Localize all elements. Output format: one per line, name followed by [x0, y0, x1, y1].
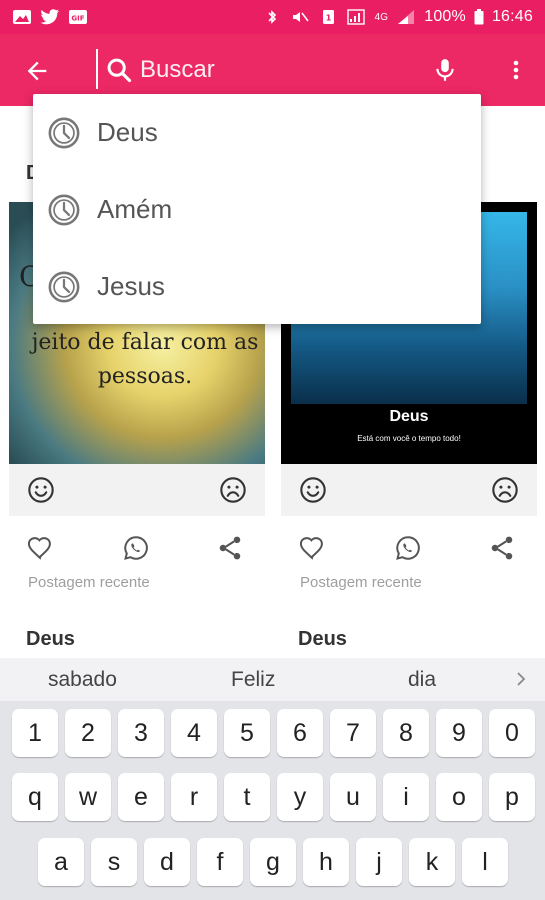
text-cursor: [96, 49, 98, 89]
key[interactable]: d: [144, 838, 190, 886]
key[interactable]: 6: [277, 709, 323, 757]
search-input[interactable]: [140, 50, 410, 90]
suggestion-item[interactable]: Deus: [33, 94, 481, 171]
sim-icon: 1: [318, 9, 338, 25]
signal-icon: [396, 9, 416, 25]
suggestion-label: Amém: [97, 194, 173, 224]
status-bar: GIF 1 4G 100% 16:46: [0, 0, 545, 34]
status-left: GIF: [12, 9, 88, 25]
recent-post-label: Postagem recente: [300, 574, 422, 591]
microphone-icon: [436, 59, 454, 81]
prediction-word[interactable]: sabado: [48, 668, 117, 692]
key[interactable]: q: [12, 773, 58, 821]
key[interactable]: l: [462, 838, 508, 886]
status-right: 1 4G 100% 16:46: [262, 8, 533, 26]
key[interactable]: a: [38, 838, 84, 886]
key[interactable]: f: [197, 838, 243, 886]
reaction-bar: [281, 464, 537, 516]
share-icon[interactable]: [216, 534, 244, 562]
voice-search-button[interactable]: [430, 52, 460, 88]
suggestion-label: Jesus: [97, 271, 165, 301]
battery-percent: 100%: [424, 8, 466, 25]
suggestion-label: Deus: [97, 117, 158, 147]
key[interactable]: u: [330, 773, 376, 821]
post-title: Deus: [26, 628, 75, 650]
history-icon: [48, 117, 80, 148]
recent-post-label: Postagem recente: [28, 574, 150, 591]
post-actions: Postagem recente: [9, 516, 265, 591]
image-overlay-text: jeito de falar com as pessoas.: [31, 330, 259, 389]
network-label: 4G: [374, 11, 389, 23]
svg-text:1: 1: [326, 14, 332, 23]
key[interactable]: o: [436, 773, 482, 821]
mute-icon: [290, 9, 310, 25]
key[interactable]: h: [303, 838, 349, 886]
suggestion-item[interactable]: Jesus: [33, 248, 481, 325]
prediction-word[interactable]: Feliz: [231, 668, 275, 692]
on-screen-keyboard: sabado Feliz dia 1 2 3 4 5 6 7 8 9 0 q w…: [0, 658, 545, 900]
key[interactable]: 5: [224, 709, 270, 757]
key[interactable]: r: [171, 773, 217, 821]
battery-icon: [474, 9, 484, 25]
arrow-back-icon: [27, 61, 47, 81]
post-actions: Postagem recente: [281, 516, 537, 591]
image-icon: [12, 9, 32, 25]
key[interactable]: g: [250, 838, 296, 886]
key[interactable]: e: [118, 773, 164, 821]
gif-icon: GIF: [68, 9, 88, 25]
search-suggestions: Deus Amém Jesus: [33, 94, 481, 324]
data-icon: [346, 9, 366, 25]
key[interactable]: 4: [171, 709, 217, 757]
share-icon[interactable]: [488, 534, 516, 562]
prediction-word[interactable]: dia: [408, 668, 436, 692]
history-icon: [48, 194, 80, 225]
key[interactable]: 1: [12, 709, 58, 757]
back-button[interactable]: [22, 56, 52, 86]
whatsapp-icon[interactable]: [394, 534, 422, 562]
key[interactable]: 2: [65, 709, 111, 757]
sad-face-icon[interactable]: [491, 476, 519, 504]
key[interactable]: 0: [489, 709, 535, 757]
clock: 16:46: [491, 8, 533, 25]
key[interactable]: 8: [383, 709, 429, 757]
key[interactable]: s: [91, 838, 137, 886]
post-title: Deus: [298, 628, 347, 650]
key[interactable]: j: [356, 838, 402, 886]
key[interactable]: 7: [330, 709, 376, 757]
history-icon: [48, 271, 80, 302]
search-icon: [105, 56, 133, 84]
overflow-menu-button[interactable]: [502, 54, 530, 86]
chevron-right-icon[interactable]: [512, 669, 530, 689]
prediction-bar: sabado Feliz dia: [0, 658, 545, 701]
key[interactable]: i: [383, 773, 429, 821]
key[interactable]: p: [489, 773, 535, 821]
svg-text:GIF: GIF: [71, 15, 84, 23]
happy-face-icon[interactable]: [27, 476, 55, 504]
key[interactable]: k: [409, 838, 455, 886]
happy-face-icon[interactable]: [299, 476, 327, 504]
key[interactable]: t: [224, 773, 270, 821]
reaction-bar: [9, 464, 265, 516]
sad-face-icon[interactable]: [219, 476, 247, 504]
key[interactable]: y: [277, 773, 323, 821]
bluetooth-icon: [262, 9, 282, 25]
key[interactable]: w: [65, 773, 111, 821]
suggestion-item[interactable]: Amém: [33, 171, 481, 248]
twitter-icon: [40, 9, 60, 25]
key[interactable]: 9: [436, 709, 482, 757]
image-caption: Deus: [389, 408, 429, 425]
more-vert-icon: [513, 60, 519, 80]
whatsapp-icon[interactable]: [122, 534, 150, 562]
heart-icon[interactable]: [298, 534, 326, 562]
key[interactable]: 3: [118, 709, 164, 757]
heart-icon[interactable]: [26, 534, 54, 562]
image-subcaption: Está com você o tempo todo!: [357, 434, 461, 443]
